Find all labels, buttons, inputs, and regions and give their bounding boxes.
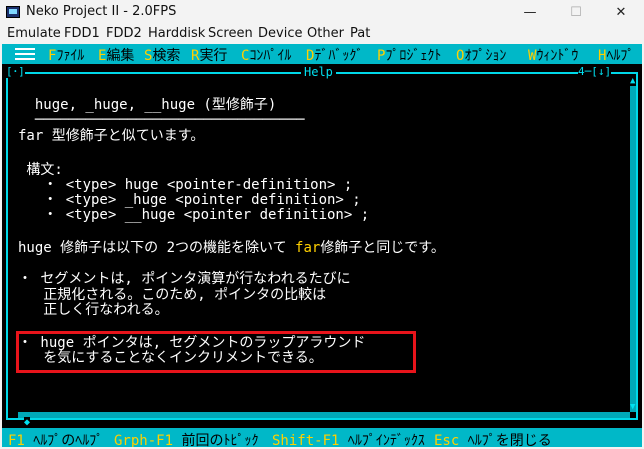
- dos-menu-help[interactable]: Hﾍﾙﾌﾟ: [598, 45, 634, 65]
- help-heading-rule: ────────────────────────────────: [18, 112, 305, 128]
- help-window-number[interactable]: 4─[↓]: [578, 65, 612, 78]
- close-button[interactable]: ✕: [598, 0, 644, 24]
- help-syntax-line: ・ <type> _huge <pointer definition> ;: [18, 192, 361, 208]
- menu-pat[interactable]: Pat: [350, 26, 370, 41]
- menu-screen[interactable]: Screen: [208, 26, 253, 41]
- help-heading: huge, _huge, __huge (型修飾子): [18, 97, 277, 113]
- app-icon: [6, 6, 20, 18]
- horizontal-scrollbar[interactable]: [18, 412, 630, 418]
- help-bullet-line: 正しく行なわれる。: [18, 302, 169, 318]
- dos-menu-debug[interactable]: Dﾃﾞﾊﾞｯｸﾞ: [306, 45, 363, 65]
- help-syntax-line: ・ <type> huge <pointer-definition> ;: [18, 177, 353, 193]
- annotation-highlight-box: [16, 331, 416, 373]
- menu-harddisk[interactable]: Harddisk: [148, 26, 205, 41]
- frame-bottom: [6, 418, 638, 420]
- menubar: Emulate FDD1 FDD2 Harddisk Screen Device…: [0, 24, 644, 44]
- dos-menu-window[interactable]: Wｳｨﾝﾄﾞｳ: [528, 45, 578, 65]
- status-close-help[interactable]: Esc ﾍﾙﾌﾟを閉じる: [434, 430, 552, 447]
- scroll-down-arrow-icon[interactable]: ▼: [630, 402, 635, 412]
- dos-menu-search[interactable]: S検索: [144, 45, 180, 65]
- window-titlebar: Neko Project II - 2.0FPS — ☐ ✕: [0, 0, 644, 24]
- help-bullet-line: 正規化される。このため, ポインタの比較は: [18, 287, 327, 303]
- scroll-thumb-icon[interactable]: ◆: [24, 417, 31, 428]
- far-link[interactable]: far: [295, 240, 320, 256]
- help-line: far 型修飾子と似ています。: [18, 128, 205, 144]
- status-bar: F1 ﾍﾙﾌﾟのﾍﾙﾌﾟ Grph-F1 前回のﾄﾋﾟｯｸ Shift-F1 ﾍ…: [2, 428, 642, 447]
- help-line: 構文:: [18, 162, 63, 178]
- status-help-on-help[interactable]: F1 ﾍﾙﾌﾟのﾍﾙﾌﾟ: [8, 430, 103, 447]
- vertical-scrollbar[interactable]: [630, 86, 636, 412]
- help-bullet-line: ・ セグメントは, ポインタ演算が行なわれるたびに: [18, 271, 351, 287]
- menu-emulate[interactable]: Emulate: [7, 26, 61, 41]
- help-close-box[interactable]: [･]: [6, 65, 25, 78]
- help-line: huge 修飾子は以下の 2つの機能を除いて far修飾子と同じです。: [18, 240, 445, 256]
- help-window-title: Help: [301, 66, 336, 79]
- menu-fdd1[interactable]: FDD1: [64, 26, 100, 41]
- frame-right: [636, 72, 638, 420]
- dos-menu-compile[interactable]: Cｺﾝﾊﾟｲﾙ: [241, 45, 291, 65]
- menu-device[interactable]: Device: [258, 26, 302, 41]
- dos-menu-options[interactable]: Oｵﾌﾟｼｮﾝ: [456, 45, 506, 65]
- emulator-screen: Fﾌｧｲﾙ E編集 S検索 R実行 Cｺﾝﾊﾟｲﾙ Dﾃﾞﾊﾞｯｸﾞ Pﾌﾟﾛｼ…: [2, 44, 642, 447]
- system-menu-icon[interactable]: [15, 48, 35, 60]
- dos-menu-bar: Fﾌｧｲﾙ E編集 S検索 R実行 Cｺﾝﾊﾟｲﾙ Dﾃﾞﾊﾞｯｸﾞ Pﾌﾟﾛｼ…: [2, 44, 642, 64]
- help-syntax-line: ・ <type> __huge <pointer definition> ;: [18, 207, 370, 223]
- minimize-button[interactable]: —: [507, 0, 553, 24]
- frame-left: [6, 72, 8, 420]
- dos-menu-edit[interactable]: E編集: [98, 45, 134, 65]
- scroll-up-arrow-icon[interactable]: ▲: [630, 76, 635, 86]
- menu-fdd2[interactable]: FDD2: [106, 26, 142, 41]
- dos-menu-project[interactable]: Pﾌﾟﾛｼﾞｪｸﾄ: [377, 45, 441, 65]
- window-title: Neko Project II - 2.0FPS: [26, 4, 177, 19]
- maximize-button[interactable]: ☐: [553, 0, 599, 24]
- menu-other[interactable]: Other: [307, 26, 344, 41]
- dos-menu-run[interactable]: R実行: [191, 45, 227, 65]
- dos-menu-file[interactable]: Fﾌｧｲﾙ: [48, 45, 84, 65]
- status-help-index[interactable]: Shift-F1 ﾍﾙﾌﾟｲﾝﾃﾞｯｸｽ: [272, 430, 425, 447]
- status-previous-topic[interactable]: Grph-F1 前回のﾄﾋﾟｯｸ: [114, 430, 258, 447]
